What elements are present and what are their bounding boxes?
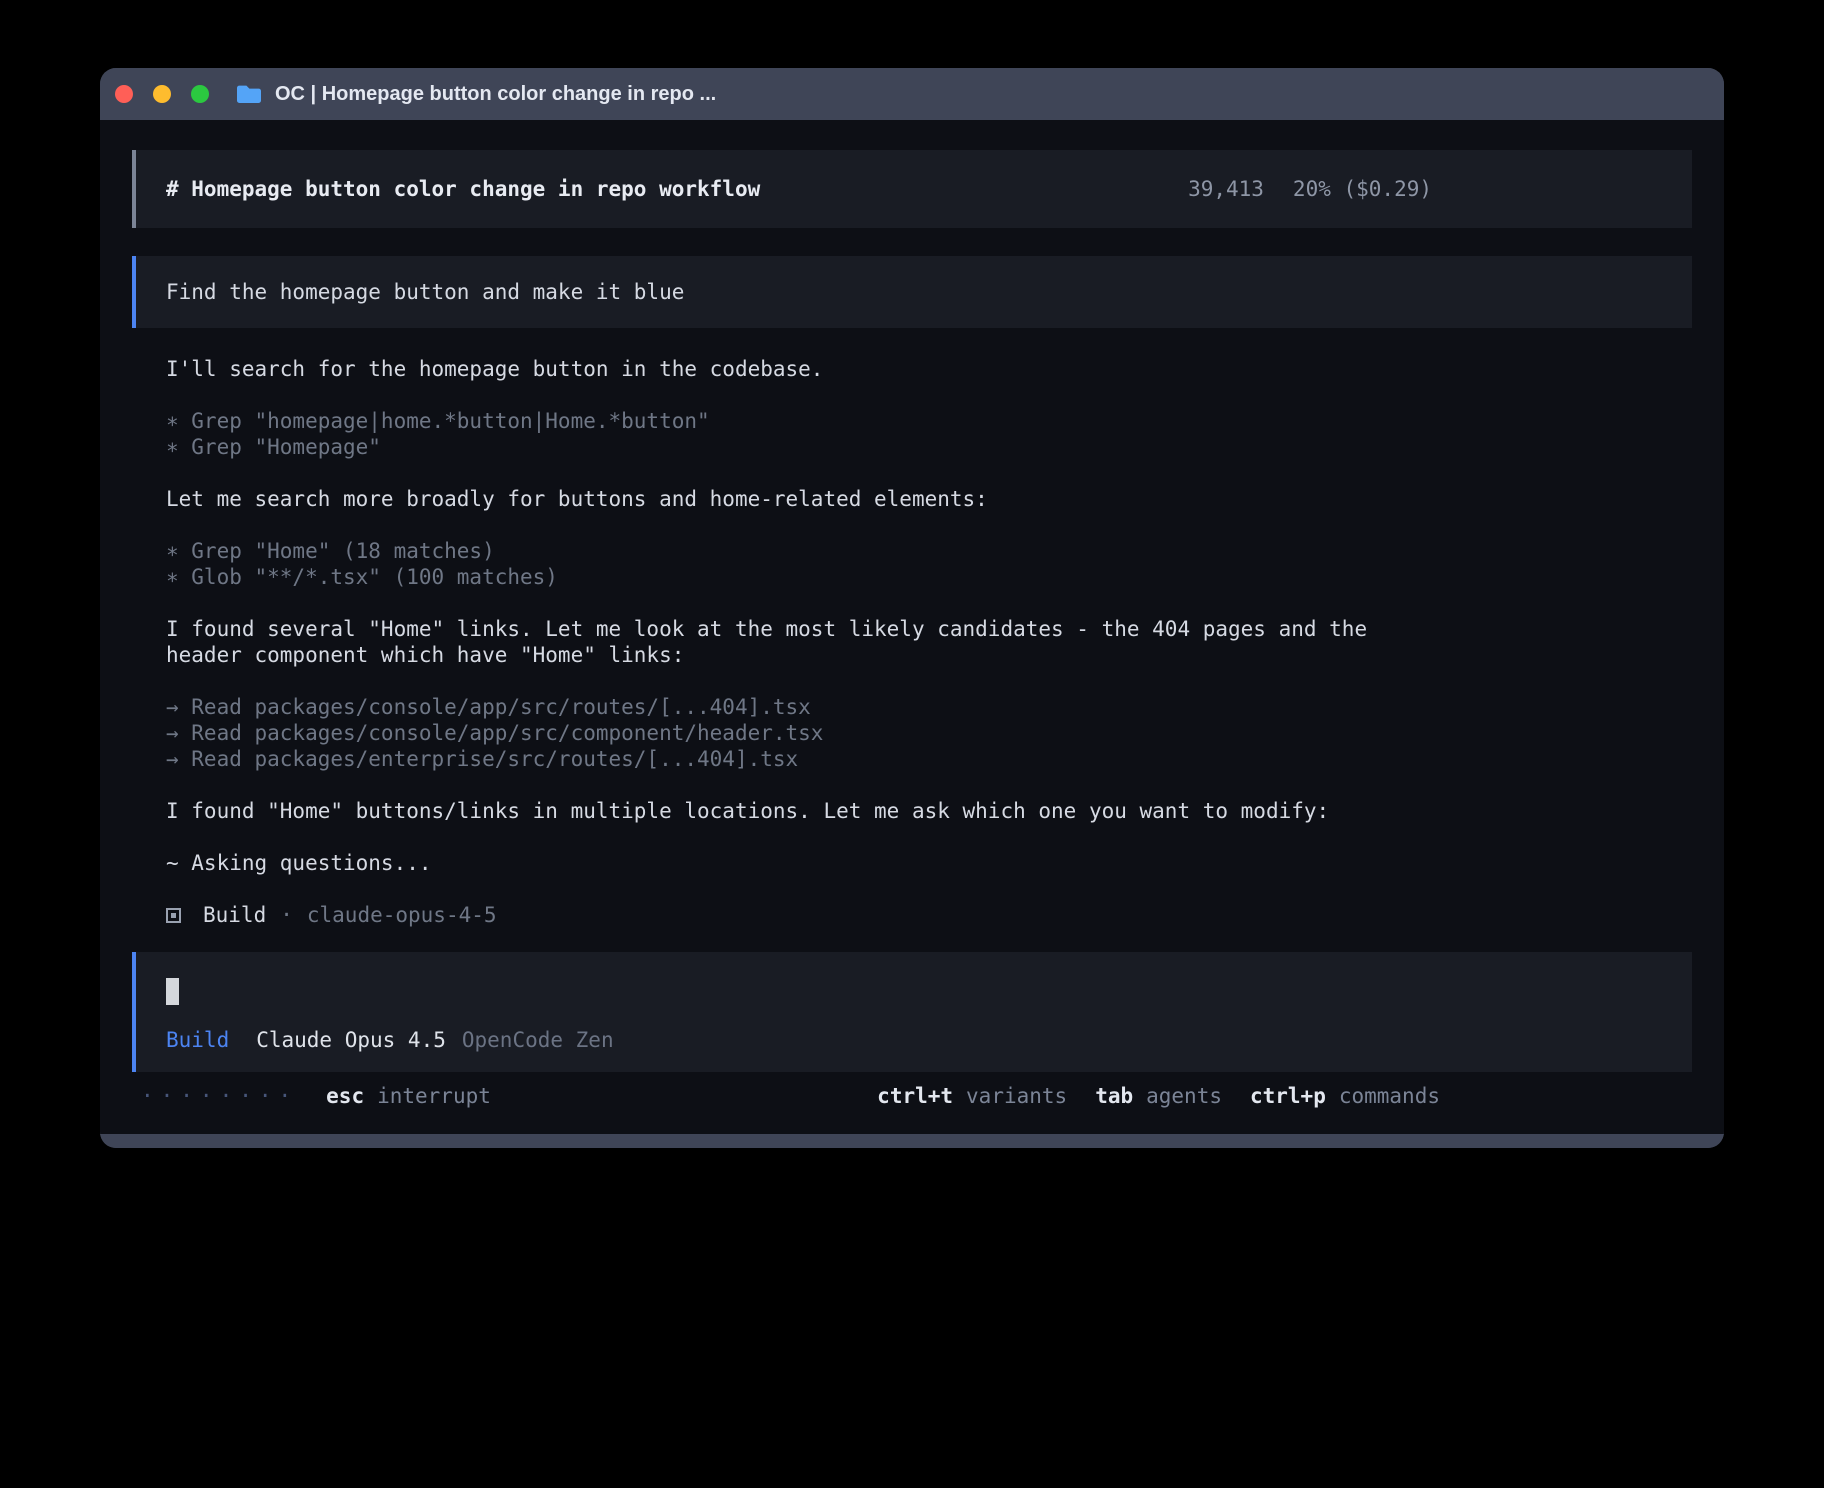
prompt-input[interactable]: Build Claude Opus 4.5 OpenCode Zen [132,952,1692,1072]
tool-call-read: → Read packages/enterprise/src/routes/[.… [132,746,1442,772]
hint-key: ctrl+p [1250,1083,1326,1109]
session-title: # Homepage button color change in repo w… [166,177,760,201]
tool-call-read: → Read packages/console/app/src/componen… [132,720,1442,746]
hint-key: ctrl+t [877,1083,953,1109]
window-title-group: OC | Homepage button color change in rep… [235,83,716,106]
agent-icon [166,908,181,923]
hint-variants: ctrl+t variants [877,1083,1067,1109]
agent-separator: · [280,902,293,928]
context-cost: 20% ($0.29) [1293,177,1432,201]
close-button[interactable] [115,85,133,103]
user-message: Find the homepage button and make it blu… [132,256,1692,328]
window-title: OC | Homepage button color change in rep… [275,83,716,106]
tool-call-group: ∗ Grep "Home" (18 matches) ∗ Glob "**/*.… [132,538,1692,590]
tool-call-group: ∗ Grep "homepage|home.*button|Home.*butt… [132,408,1692,460]
assistant-paragraph: Let me search more broadly for buttons a… [132,486,1442,512]
titlebar[interactable]: OC | Homepage button color change in rep… [100,68,1724,120]
tool-call-glob: ∗ Glob "**/*.tsx" (100 matches) [132,564,1442,590]
hint-commands: ctrl+p commands [1250,1083,1440,1109]
hint-interrupt: esc interrupt [326,1083,491,1109]
hint-label: commands [1339,1083,1440,1109]
tool-call-grep: ∗ Grep "Homepage" [132,434,1442,460]
input-mode-badge[interactable]: Build [166,1028,229,1052]
assistant-paragraph: I found "Home" buttons/links in multiple… [132,798,1442,824]
assistant-paragraph: I found several "Home" links. Let me loo… [132,616,1442,668]
status-left: ········ esc interrupt [141,1083,491,1109]
hint-key: esc [326,1083,364,1109]
session-stats: 39,413 20% ($0.29) [1188,177,1432,201]
tool-call-grep: ∗ Grep "Home" (18 matches) [132,538,1442,564]
folder-icon [235,83,263,105]
token-count: 39,413 [1188,177,1264,201]
terminal-viewport[interactable]: # Homepage button color change in repo w… [100,120,1724,1134]
zoom-button[interactable] [191,85,209,103]
tool-call-grep: ∗ Grep "homepage|home.*button|Home.*butt… [132,408,1442,434]
hint-label: agents [1146,1083,1222,1109]
assistant-paragraph: I'll search for the homepage button in t… [132,356,1442,382]
traffic-lights [115,85,209,103]
window-bottom-edge [100,1134,1724,1148]
progress-dots: ········ [141,1083,298,1109]
agent-name: Build [203,902,266,928]
hint-key: tab [1095,1083,1133,1109]
app-window: OC | Homepage button color change in rep… [100,68,1724,1148]
working-status: ~ Asking questions... [132,850,1442,876]
hint-agents: tab agents [1095,1083,1222,1109]
input-model-name[interactable]: Claude Opus 4.5 [256,1028,446,1052]
session-header: # Homepage button color change in repo w… [132,150,1692,228]
status-bar: ········ esc interrupt ctrl+t variants t… [132,1072,1692,1134]
tool-call-group: → Read packages/console/app/src/routes/[… [132,694,1692,772]
input-meta-row: Build Claude Opus 4.5 OpenCode Zen [166,1028,1662,1052]
user-message-text: Find the homepage button and make it blu… [166,280,684,304]
hint-label: interrupt [377,1083,491,1109]
status-right: ctrl+t variants tab agents ctrl+p comman… [877,1083,1440,1109]
tool-call-read: → Read packages/console/app/src/routes/[… [132,694,1442,720]
agent-model: claude-opus-4-5 [307,902,497,928]
text-cursor [166,978,179,1005]
minimize-button[interactable] [153,85,171,103]
input-provider-name: OpenCode Zen [462,1028,614,1052]
agent-line: Build · claude-opus-4-5 [132,902,1692,928]
hint-label: variants [966,1083,1067,1109]
